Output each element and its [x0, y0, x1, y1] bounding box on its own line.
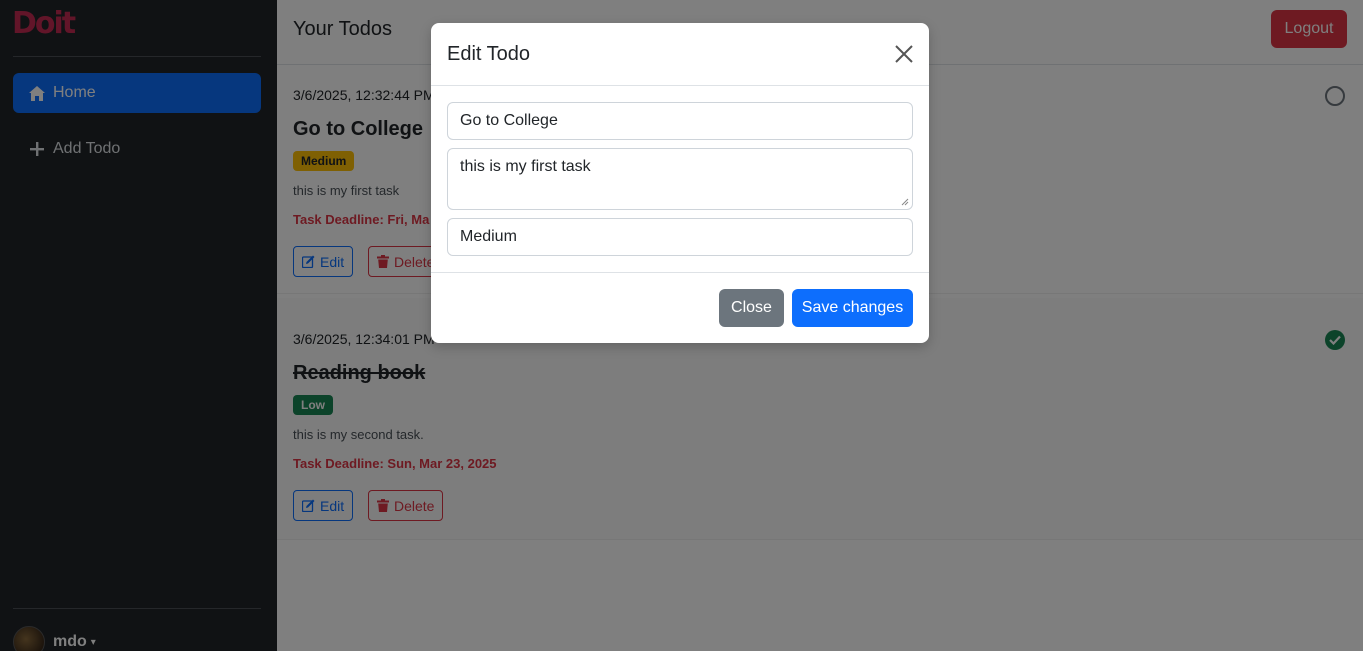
- todo-description-value: this is my first task: [460, 158, 591, 175]
- close-icon[interactable]: [893, 43, 915, 65]
- modal-header: Edit Todo: [431, 23, 929, 86]
- resize-handle-icon[interactable]: [901, 198, 909, 206]
- todo-priority-input[interactable]: Medium: [447, 218, 913, 256]
- modal-title: Edit Todo: [447, 43, 531, 65]
- save-changes-button[interactable]: Save changes: [792, 289, 913, 327]
- edit-todo-modal: Edit Todo Go to College this is my first…: [431, 23, 929, 343]
- close-button[interactable]: Close: [719, 289, 784, 327]
- todo-title-input[interactable]: Go to College: [447, 102, 913, 140]
- modal-footer-divider: [431, 272, 929, 273]
- todo-description-textarea[interactable]: this is my first task: [447, 148, 913, 210]
